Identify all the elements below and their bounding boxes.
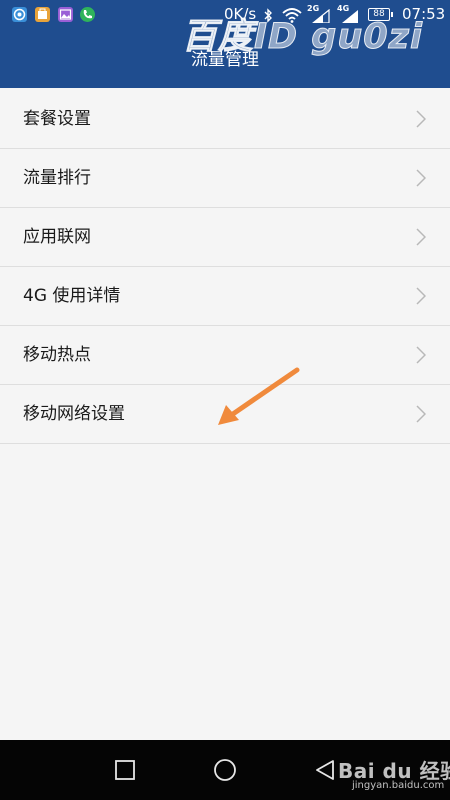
menu-item-label: 移动热点 (23, 345, 91, 365)
menu-item-label: 移动网络设置 (23, 404, 125, 424)
menu-item-label: 4G 使用详情 (23, 286, 121, 306)
recent-apps-icon[interactable] (113, 758, 137, 782)
chevron-right-icon (416, 287, 426, 305)
baidu-jingyan-url: jingyan.baidu.com (352, 780, 445, 791)
app-notification-icon (12, 7, 27, 22)
home-icon[interactable] (213, 758, 237, 782)
phone-notification-icon (80, 7, 95, 22)
annotation-arrow-icon (218, 367, 300, 425)
chevron-right-icon (416, 169, 426, 187)
menu-item-label: 流量排行 (23, 168, 91, 188)
store-notification-icon (35, 7, 50, 22)
header-bar: 0K/s 2G 4G 88 07:53 百度ID gu0zi 流量管理 (0, 0, 450, 88)
chevron-right-icon (416, 110, 426, 128)
menu-item-traffic-ranking[interactable]: 流量排行 (0, 149, 450, 208)
menu-item-4g-usage-details[interactable]: 4G 使用详情 (0, 267, 450, 326)
menu-item-label: 套餐设置 (23, 109, 91, 129)
gallery-notification-icon (58, 7, 73, 22)
menu-item-label: 应用联网 (23, 227, 91, 247)
menu-item-app-networking[interactable]: 应用联网 (0, 208, 450, 267)
chevron-right-icon (416, 228, 426, 246)
back-icon[interactable] (313, 758, 337, 782)
baidu-jingyan-logo: Bai du 经验 (338, 759, 450, 783)
chevron-right-icon (416, 346, 426, 364)
menu-item-plan-settings[interactable]: 套餐设置 (0, 90, 450, 149)
chevron-right-icon (416, 405, 426, 423)
page-title: 流量管理 (191, 50, 259, 70)
